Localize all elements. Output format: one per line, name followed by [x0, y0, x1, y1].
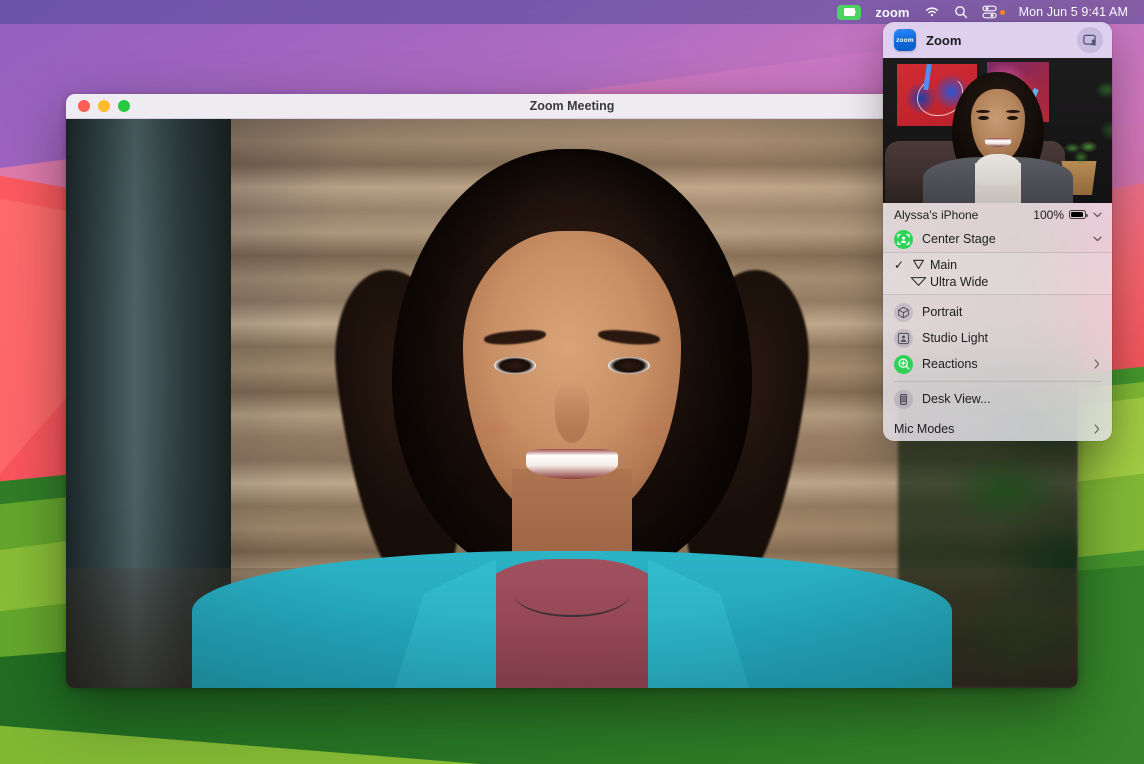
video-effects-icon [1083, 34, 1098, 47]
menu-bar-status-items: zoom Mon Jun 5 9:41 AM [830, 0, 1144, 24]
menu-spotlight-item[interactable] [947, 1, 975, 23]
mic-modes-chevron-right-icon[interactable] [1091, 424, 1103, 434]
menu-app-name[interactable]: zoom [868, 1, 916, 23]
center-stage-icon [894, 230, 913, 249]
wifi-icon [924, 6, 940, 18]
video-effects-control-center-panel[interactable]: zoom Zoom Alyssa's iP [883, 22, 1112, 441]
effect-row-studio-light[interactable]: Studio Light [883, 325, 1112, 351]
mic-modes-row[interactable]: Mic Modes [883, 416, 1112, 441]
video-effects-button[interactable] [1077, 27, 1103, 53]
close-button[interactable] [78, 100, 90, 112]
reactions-label: Reactions [922, 357, 1082, 371]
center-stage-row[interactable]: Center Stage [883, 226, 1112, 252]
reactions-chevron-right-icon[interactable] [1091, 359, 1103, 369]
effect-row-portrait[interactable]: Portrait [883, 299, 1112, 325]
menu-wifi-item[interactable] [917, 1, 947, 23]
preview-person-eye-right [1007, 116, 1018, 120]
orange-privacy-dot [1000, 10, 1005, 15]
lens-option-main[interactable]: ✓ Main [883, 256, 1112, 273]
lens-option-ultrawide[interactable]: Ultra Wide [883, 273, 1112, 290]
panel-header: zoom Zoom [883, 22, 1112, 58]
menu-control-center-item[interactable] [975, 1, 1012, 23]
preview-person-brow-right [1006, 110, 1020, 113]
mic-modes-label: Mic Modes [894, 422, 1091, 436]
lens-main-icon [906, 259, 930, 270]
center-stage-label: Center Stage [922, 232, 1082, 246]
minimize-button[interactable] [98, 100, 110, 112]
camera-device-name: Alyssa's iPhone [894, 208, 1028, 222]
menu-clock[interactable]: Mon Jun 5 9:41 AM [1012, 1, 1135, 23]
effect-row-reactions[interactable]: Reactions [883, 351, 1112, 377]
menu-bar: zoom Mon Jun 5 9:41 AM [0, 0, 1144, 24]
preview-person-mouth [985, 138, 1011, 147]
camera-preview [883, 58, 1112, 203]
zoom-app-icon: zoom [894, 29, 916, 51]
preview-person-turtleneck [975, 154, 1021, 186]
lens-selection-group: ✓ Main Ultra Wide [883, 253, 1112, 294]
lens-main-checkmark: ✓ [892, 258, 906, 272]
zoom-button[interactable] [118, 100, 130, 112]
preview-plant-right [1086, 70, 1112, 180]
traffic-light-buttons[interactable] [66, 100, 130, 112]
portrait-label: Portrait [922, 305, 1103, 319]
desk-view-label: Desk View... [922, 392, 1103, 406]
studio-light-icon [894, 329, 913, 348]
video-camera-icon [837, 5, 861, 20]
device-chevron-down-icon[interactable] [1091, 212, 1103, 218]
studio-light-label: Studio Light [922, 331, 1103, 345]
preview-person-brow-left [976, 110, 990, 113]
desk-view-row[interactable]: Desk View... [883, 386, 1112, 412]
search-icon [954, 5, 968, 19]
lens-ultrawide-icon [906, 276, 930, 287]
center-stage-chevron-down-icon[interactable] [1091, 236, 1103, 242]
control-center-icon [982, 5, 997, 19]
preview-person-face [971, 89, 1025, 161]
camera-device-row[interactable]: Alyssa's iPhone 100% [883, 203, 1112, 226]
panel-title: Zoom [926, 33, 1067, 48]
lens-ultrawide-label: Ultra Wide [930, 275, 1103, 289]
reactions-icon [894, 355, 913, 374]
battery-full-icon [1069, 210, 1086, 219]
desk-view-icon [894, 390, 913, 409]
portrait-icon [894, 303, 913, 322]
preview-person-eye-left [978, 116, 989, 120]
menu-camera-indicator[interactable] [830, 1, 868, 23]
lens-main-label: Main [930, 258, 1103, 272]
device-battery-percent: 100% [1033, 208, 1064, 222]
